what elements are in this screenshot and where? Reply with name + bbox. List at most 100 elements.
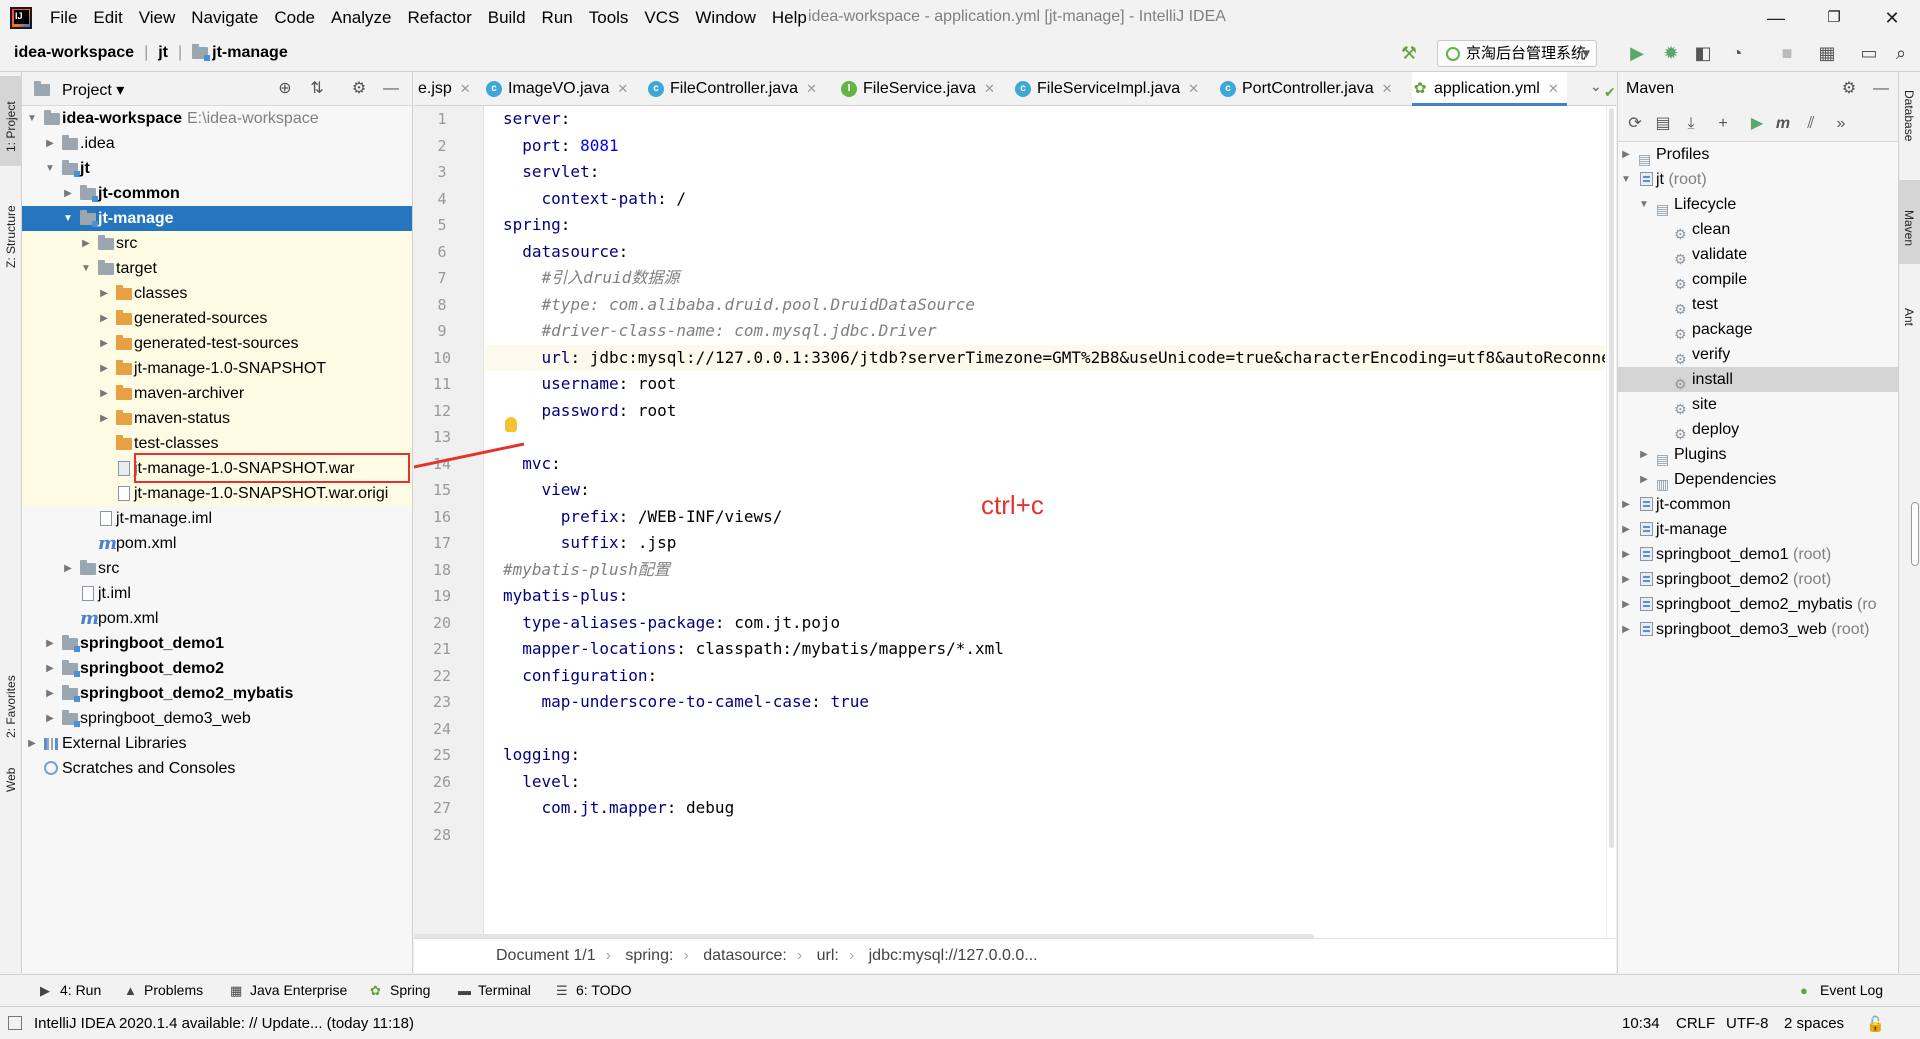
tab-portcontroller[interactable]: c PortController.java ✕ <box>1220 72 1393 106</box>
close-tab-icon[interactable]: ✕ <box>806 81 817 96</box>
debug-icon[interactable]: ✹ <box>1660 42 1682 64</box>
maven-node-profiles[interactable]: ▶ ▤ Profiles <box>1618 142 1898 167</box>
close-tab-icon[interactable]: ✕ <box>1188 81 1199 96</box>
tool-tab-maven[interactable]: Maven <box>1899 180 1920 264</box>
tree-node-springboot-demo1[interactable]: ▶ springboot_demo1 <box>22 631 412 656</box>
tree-node-springboot-demo2-mybatis[interactable]: ▶ springboot_demo2_mybatis <box>22 681 412 706</box>
crumb-datasource[interactable]: datasource: <box>703 947 787 964</box>
hide-panel-icon[interactable]: — <box>1870 78 1892 100</box>
tree-node-jt-manage[interactable]: ▼ jt-manage <box>22 206 412 231</box>
run-icon[interactable]: ▶ <box>1626 42 1648 64</box>
indent-setting[interactable]: 2 spaces <box>1784 1015 1844 1032</box>
maven-node-dependencies[interactable]: ▶ ▥ Dependencies <box>1618 467 1898 492</box>
coverage-icon[interactable]: ◧ <box>1692 42 1714 64</box>
tool-tab-project[interactable]: 1: Project <box>0 76 22 166</box>
tree-node-scratches[interactable]: Scratches and Consoles <box>22 756 412 781</box>
code-editor[interactable]: server: port: 8081 servlet: context-path… <box>485 106 1605 938</box>
tool-tab-favorites[interactable]: 2: Favorites <box>0 642 22 742</box>
tree-node-idea-workspace[interactable]: ▼ idea-workspace E:\idea-workspace <box>22 106 412 131</box>
layout-icon[interactable]: ▭ <box>1858 42 1880 64</box>
crumb-spring[interactable]: spring: <box>625 947 673 964</box>
tree-node-classes[interactable]: ▶ classes <box>22 281 412 306</box>
project-structure-icon[interactable]: ▦ <box>1816 42 1838 64</box>
collapse-all-icon[interactable]: ⇅ <box>306 78 328 100</box>
maven-goal-validate[interactable]: ⚙ validate <box>1618 242 1898 267</box>
menu-run[interactable]: Run <box>534 8 581 28</box>
tree-node-jt-manage-iml[interactable]: jt-manage.iml <box>22 506 412 531</box>
tree-node-src[interactable]: ▶ src <box>22 231 412 256</box>
breadcrumb-jt-manage[interactable]: jt-manage <box>212 44 288 62</box>
maven-goal-site[interactable]: ⚙ site <box>1618 392 1898 417</box>
tree-node-generated-sources[interactable]: ▶ generated-sources <box>22 306 412 331</box>
close-tab-icon[interactable]: ✕ <box>1382 81 1393 96</box>
menu-view[interactable]: View <box>131 8 184 28</box>
add-icon[interactable]: + <box>1712 113 1734 135</box>
reload-icon[interactable]: ⟳ <box>1624 113 1646 135</box>
maven-node-springboot-demo3-web[interactable]: ▶ springboot_demo3_web (root) <box>1618 617 1898 642</box>
menu-navigate[interactable]: Navigate <box>183 8 266 28</box>
tab-list-chevron-icon[interactable]: ⌄ <box>1590 78 1602 95</box>
run-configuration-select[interactable]: 京淘后台管理系统 <box>1437 40 1597 67</box>
tool-tab-structure[interactable]: Z: Structure <box>0 172 22 272</box>
close-tab-icon[interactable]: ✕ <box>984 81 995 96</box>
tree-node-manage-pom[interactable]: m pom.xml <box>22 531 412 556</box>
file-encoding[interactable]: UTF-8 <box>1726 1015 1769 1032</box>
tree-node-jt-common[interactable]: ▶ jt-common <box>22 181 412 206</box>
menu-analyze[interactable]: Analyze <box>323 8 399 28</box>
menu-tools[interactable]: Tools <box>581 8 637 28</box>
tool-tab-todo[interactable]: ☰ 6: TODO <box>556 982 632 998</box>
line-separator[interactable]: CRLF <box>1676 1015 1715 1032</box>
tool-tab-web[interactable]: Web <box>0 748 22 798</box>
more-icon[interactable]: » <box>1830 113 1852 135</box>
menu-edit[interactable]: Edit <box>85 8 130 28</box>
crumb-url[interactable]: url: <box>817 947 839 964</box>
stop-icon[interactable]: ■ <box>1776 42 1798 64</box>
menu-refactor[interactable]: Refactor <box>399 8 479 28</box>
download-icon[interactable]: ⤓ <box>1680 113 1702 135</box>
toggle-tool-windows-icon[interactable] <box>8 1016 22 1030</box>
tool-tab-java-enterprise[interactable]: ▦ Java Enterprise <box>230 982 347 998</box>
tool-tab-database[interactable]: Database <box>1899 72 1920 152</box>
menu-code[interactable]: Code <box>266 8 323 28</box>
maven-node-jt-common[interactable]: ▶ jt-common <box>1618 492 1898 517</box>
lock-icon[interactable]: 🔓 <box>1866 1015 1885 1033</box>
maven-goal-package[interactable]: ⚙ package <box>1618 317 1898 342</box>
minimize-icon[interactable]: — <box>1764 6 1788 30</box>
menu-vcs[interactable]: VCS <box>636 8 687 28</box>
tab-fileserviceimpl[interactable]: c FileServiceImpl.java ✕ <box>1015 72 1199 106</box>
menu-build[interactable]: Build <box>480 8 534 28</box>
profile-icon[interactable]: ◔ <box>1726 42 1748 64</box>
locate-icon[interactable]: ⊕ <box>274 78 296 100</box>
crumb-document[interactable]: Document 1/1 <box>496 947 596 964</box>
maven-node-springboot-demo2-mybatis[interactable]: ▶ springboot_demo2_mybatis (ro <box>1618 592 1898 617</box>
tree-node-jt-src[interactable]: ▶ src <box>22 556 412 581</box>
close-tab-icon[interactable]: ✕ <box>1548 81 1559 96</box>
search-icon[interactable]: ⌕ <box>1890 42 1912 64</box>
maven-node-plugins[interactable]: ▶ ▤ Plugins <box>1618 442 1898 467</box>
maven-goal-clean[interactable]: ⚙ clean <box>1618 217 1898 242</box>
tab-application-yml[interactable]: ✿ application.yml ✕ <box>1412 72 1567 106</box>
maven-node-jt[interactable]: ▼ jt (root) <box>1618 167 1898 192</box>
generate-sources-icon[interactable]: ▤ <box>1652 113 1674 135</box>
maven-goal-deploy[interactable]: ⚙ deploy <box>1618 417 1898 442</box>
tree-node-war-original[interactable]: jt-manage-1.0-SNAPSHOT.war.origi <box>22 481 412 506</box>
menu-file[interactable]: File <box>42 8 85 28</box>
tool-tab-spring[interactable]: ✿ Spring <box>370 982 430 998</box>
restore-icon[interactable]: ❐ <box>1822 6 1846 30</box>
tree-node-external-libraries[interactable]: ▶ External Libraries <box>22 731 412 756</box>
tree-node-maven-archiver[interactable]: ▶ maven-archiver <box>22 381 412 406</box>
tree-node-springboot-demo3-web[interactable]: ▶ springboot_demo3_web <box>22 706 412 731</box>
execute-goal-icon[interactable]: m <box>1772 113 1794 135</box>
project-view-select[interactable]: Project ▾ <box>62 80 124 100</box>
hide-panel-icon[interactable]: — <box>380 78 402 100</box>
build-hammer-icon[interactable]: ⚒ <box>1398 42 1420 64</box>
maven-goal-test[interactable]: ⚙ test <box>1618 292 1898 317</box>
tree-node-snapshot-folder[interactable]: ▶ jt-manage-1.0-SNAPSHOT <box>22 356 412 381</box>
toggle-offline-icon[interactable]: ⫽ <box>1800 113 1822 135</box>
tool-tab-run[interactable]: ▶ 4: Run <box>40 982 101 998</box>
maven-scrollbar[interactable] <box>1911 502 1919 566</box>
tree-node-target[interactable]: ▼ target <box>22 256 412 281</box>
gear-icon[interactable]: ⚙ <box>348 78 370 100</box>
tree-node-maven-status[interactable]: ▶ maven-status <box>22 406 412 431</box>
tab-filecontroller[interactable]: c FileController.java ✕ <box>648 72 817 106</box>
